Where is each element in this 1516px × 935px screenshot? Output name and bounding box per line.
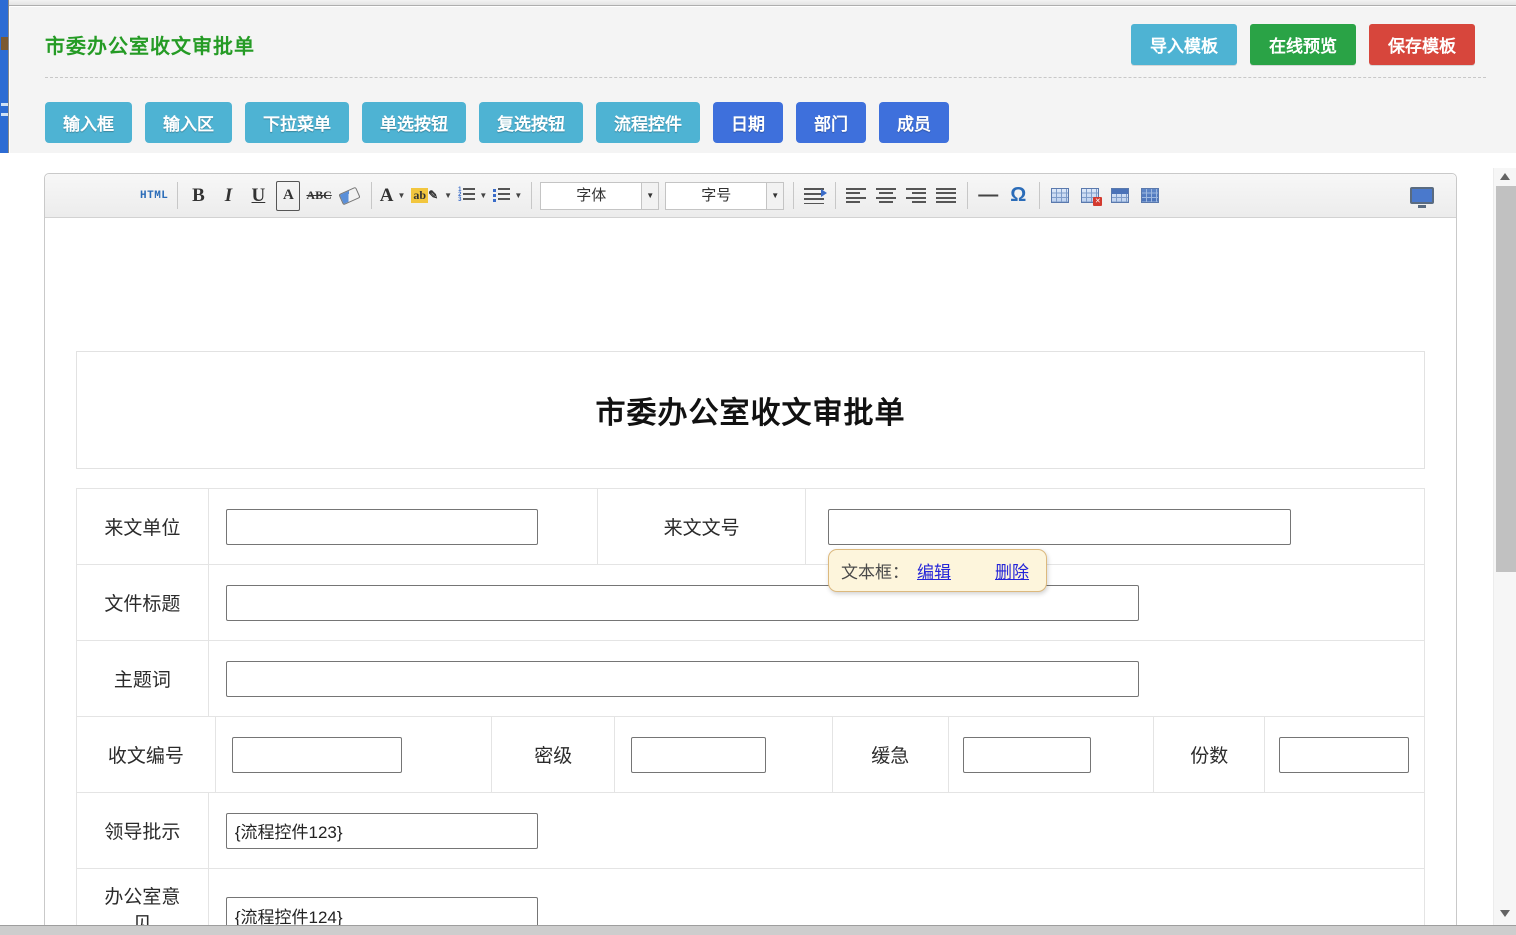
subject-words-input[interactable] <box>226 661 1139 697</box>
widget-textarea-button[interactable]: 输入区 <box>145 102 232 143</box>
label-receipt-number: 收文编号 <box>77 717 216 792</box>
font-size-caret-icon[interactable]: ▼ <box>766 183 783 209</box>
toolbar-separator <box>793 182 794 209</box>
window-top-edge <box>0 0 1516 6</box>
html-source-icon[interactable]: HTML <box>140 181 168 211</box>
label-leader-instructions: 领导批示 <box>77 793 209 868</box>
widget-member-button[interactable]: 成员 <box>879 102 949 143</box>
table-row: 主题词 <box>77 641 1424 717</box>
underline-icon[interactable]: U <box>246 181 270 211</box>
tooltip-label: 文本框： <box>841 558 909 583</box>
widget-flow-control-button[interactable]: 流程控件 <box>596 102 700 143</box>
align-center-icon[interactable] <box>874 181 898 211</box>
receipt-number-input[interactable] <box>232 737 402 773</box>
horizontal-rule-icon[interactable]: — <box>976 181 1000 211</box>
page-title: 市委办公室收文审批单 <box>45 30 255 59</box>
tooltip-delete-link[interactable]: 删除 <box>995 558 1029 583</box>
tooltip-edit-link[interactable]: 编辑 <box>917 558 951 583</box>
font-family-caret-icon[interactable]: ▼ <box>641 183 658 209</box>
table-row: 领导批示 <box>77 793 1424 869</box>
align-right-icon[interactable] <box>904 181 928 211</box>
insert-table-icon[interactable] <box>1048 181 1072 211</box>
widget-department-button[interactable]: 部门 <box>796 102 866 143</box>
ordered-list-icon[interactable]: 123▼ <box>458 181 487 211</box>
scroll-down-icon[interactable] <box>1500 910 1510 917</box>
cell-incoming-unit <box>209 489 598 564</box>
cell-leader-instructions <box>209 793 1424 868</box>
left-edge-bookmark-icon <box>1 37 8 50</box>
security-level-input[interactable] <box>631 737 766 773</box>
rich-text-editor: HTML B I U A ABC A▼ ab✎▼ 123▼ ▼ 字体▼ 字号▼ <box>44 173 1457 935</box>
label-incoming-doc-number: 来文文号 <box>598 489 806 564</box>
save-template-button[interactable]: 保存模板 <box>1369 24 1475 65</box>
table-row: 收文编号 密级 缓急 份数 <box>77 717 1424 793</box>
widget-date-button[interactable]: 日期 <box>713 102 783 143</box>
cell-receipt-number <box>216 717 493 792</box>
table-row: 文件标题 <box>77 565 1424 641</box>
highlight-color-icon[interactable]: ab✎▼ <box>411 181 452 211</box>
align-left-icon[interactable] <box>844 181 868 211</box>
copies-input[interactable] <box>1279 737 1409 773</box>
widget-toolbar: 输入框 输入区 下拉菜单 单选按钮 复选按钮 流程控件 日期 部门 成员 <box>10 78 1516 143</box>
italic-icon[interactable]: I <box>216 181 240 211</box>
online-preview-button[interactable]: 在线预览 <box>1250 24 1356 65</box>
textbox-edit-tooltip: 文本框： 编辑 删除 <box>828 549 1047 592</box>
label-subject-words: 主题词 <box>77 641 209 716</box>
urgency-input[interactable] <box>963 737 1091 773</box>
widget-input-box-button[interactable]: 输入框 <box>45 102 132 143</box>
align-justify-icon[interactable] <box>934 181 958 211</box>
font-family-select[interactable]: 字体▼ <box>540 182 659 210</box>
toolbar-separator <box>1039 182 1040 209</box>
strikethrough-icon[interactable]: ABC <box>306 181 331 211</box>
delete-table-icon[interactable]: ✕ <box>1078 181 1102 211</box>
label-urgency: 缓急 <box>833 717 949 792</box>
window-left-edge <box>0 0 9 153</box>
horizontal-scrollbar[interactable] <box>0 925 1516 935</box>
cell-document-title <box>209 565 1424 640</box>
form-title: 市委办公室收文审批单 <box>76 351 1425 469</box>
font-size-select[interactable]: 字号▼ <box>665 182 784 210</box>
fullscreen-icon[interactable] <box>1410 181 1434 211</box>
app-window: 市委办公室收文审批单 导入模板 在线预览 保存模板 输入框 输入区 下拉菜单 单… <box>0 0 1516 935</box>
vertical-scrollbar[interactable] <box>1493 168 1516 925</box>
widget-checkbox-button[interactable]: 复选按钮 <box>479 102 583 143</box>
incoming-unit-input[interactable] <box>226 509 538 545</box>
left-edge-line-icon <box>1 103 8 106</box>
scroll-up-icon[interactable] <box>1500 173 1510 180</box>
toolbar-separator <box>371 182 372 209</box>
table-properties-icon[interactable] <box>1108 181 1132 211</box>
remove-format-eraser-icon[interactable] <box>338 181 362 211</box>
incoming-doc-number-input[interactable] <box>828 509 1291 545</box>
toolbar-separator <box>967 182 968 209</box>
label-document-title: 文件标题 <box>77 565 209 640</box>
special-char-icon[interactable]: Ω <box>1006 181 1030 211</box>
cell-properties-icon[interactable] <box>1138 181 1162 211</box>
leader-instructions-input[interactable] <box>226 813 538 849</box>
editor-toolbar: HTML B I U A ABC A▼ ab✎▼ 123▼ ▼ 字体▼ 字号▼ <box>45 174 1456 218</box>
cell-subject-words <box>209 641 1424 716</box>
toolbar-separator <box>531 182 532 209</box>
scrollbar-thumb[interactable] <box>1496 186 1516 572</box>
form-designer-header: 市委办公室收文审批单 导入模板 在线预览 保存模板 输入框 输入区 下拉菜单 单… <box>10 7 1516 153</box>
approval-form-table: 来文单位 来文文号 文件标题 主题词 <box>76 488 1425 935</box>
cell-urgency <box>949 717 1155 792</box>
toolbar-separator <box>177 182 178 209</box>
quote-block-icon[interactable]: A <box>276 181 300 211</box>
cell-security-level <box>615 717 833 792</box>
font-color-icon[interactable]: A▼ <box>380 181 406 211</box>
toolbar-separator <box>835 182 836 209</box>
left-edge-line-icon <box>1 113 8 116</box>
widget-radio-button[interactable]: 单选按钮 <box>362 102 466 143</box>
unordered-list-icon[interactable]: ▼ <box>493 181 522 211</box>
cell-copies <box>1265 717 1424 792</box>
widget-dropdown-button[interactable]: 下拉菜单 <box>245 102 349 143</box>
label-security-level: 密级 <box>492 717 615 792</box>
import-template-button[interactable]: 导入模板 <box>1131 24 1237 65</box>
label-copies: 份数 <box>1154 717 1265 792</box>
indent-icon[interactable] <box>802 181 826 211</box>
bold-icon[interactable]: B <box>186 181 210 211</box>
label-incoming-unit: 来文单位 <box>77 489 209 564</box>
table-row: 来文单位 来文文号 <box>77 489 1424 565</box>
